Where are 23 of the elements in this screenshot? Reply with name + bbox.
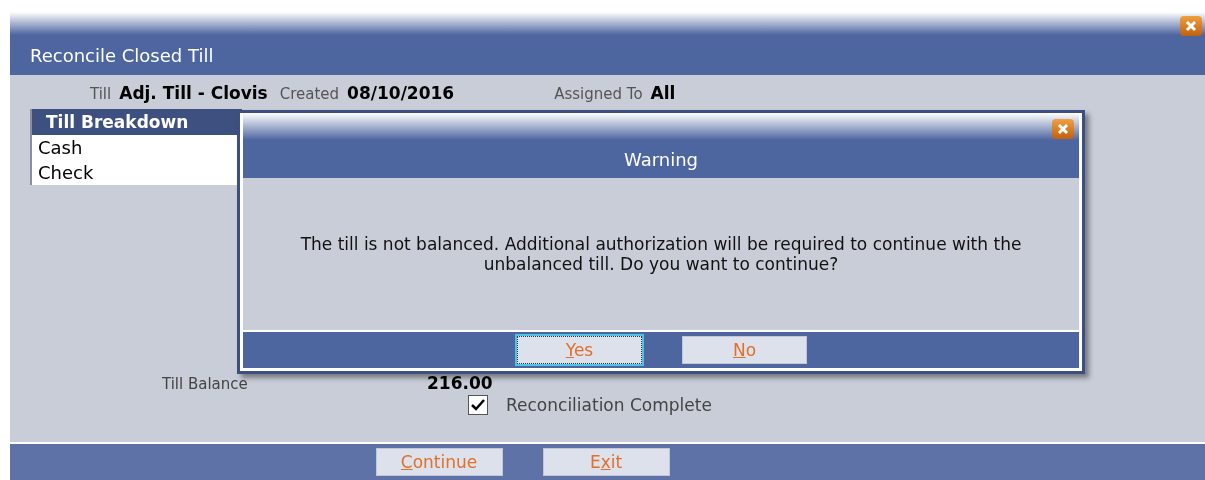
close-button[interactable] (1180, 16, 1202, 36)
action-button[interactable]: Continue (375, 448, 503, 476)
dialog-button[interactable]: No (682, 336, 807, 364)
field-label: Till Balance (162, 375, 249, 393)
field-label: Created (279, 85, 340, 103)
window-title: Reconcile Closed Till (30, 44, 214, 66)
action-button[interactable]: Exit (542, 448, 670, 476)
field-value: 216.00 (427, 373, 493, 393)
checkmark-icon (471, 399, 485, 411)
checkbox[interactable] (468, 395, 488, 415)
close-icon (1057, 123, 1069, 135)
field-value: 08/10/2016 (347, 83, 455, 103)
field-label: Assigned To (554, 85, 643, 103)
dialog-button[interactable]: Yes (517, 336, 642, 364)
panel-heading: Till Breakdown (32, 109, 242, 135)
warning-message: The till is not balanced. Additional authorization will be required to continue with the unbalanced till. Do you want to continue? (299, 234, 1023, 274)
close-button[interactable] (1052, 119, 1074, 139)
field-label: Till (90, 85, 112, 103)
dialog-title: Warning (624, 148, 698, 170)
field-value: All (650, 83, 676, 103)
checkbox-label: Reconciliation Complete (506, 395, 712, 415)
field-value: Adj. Till - Clovis (119, 83, 268, 103)
close-icon (1185, 20, 1197, 32)
